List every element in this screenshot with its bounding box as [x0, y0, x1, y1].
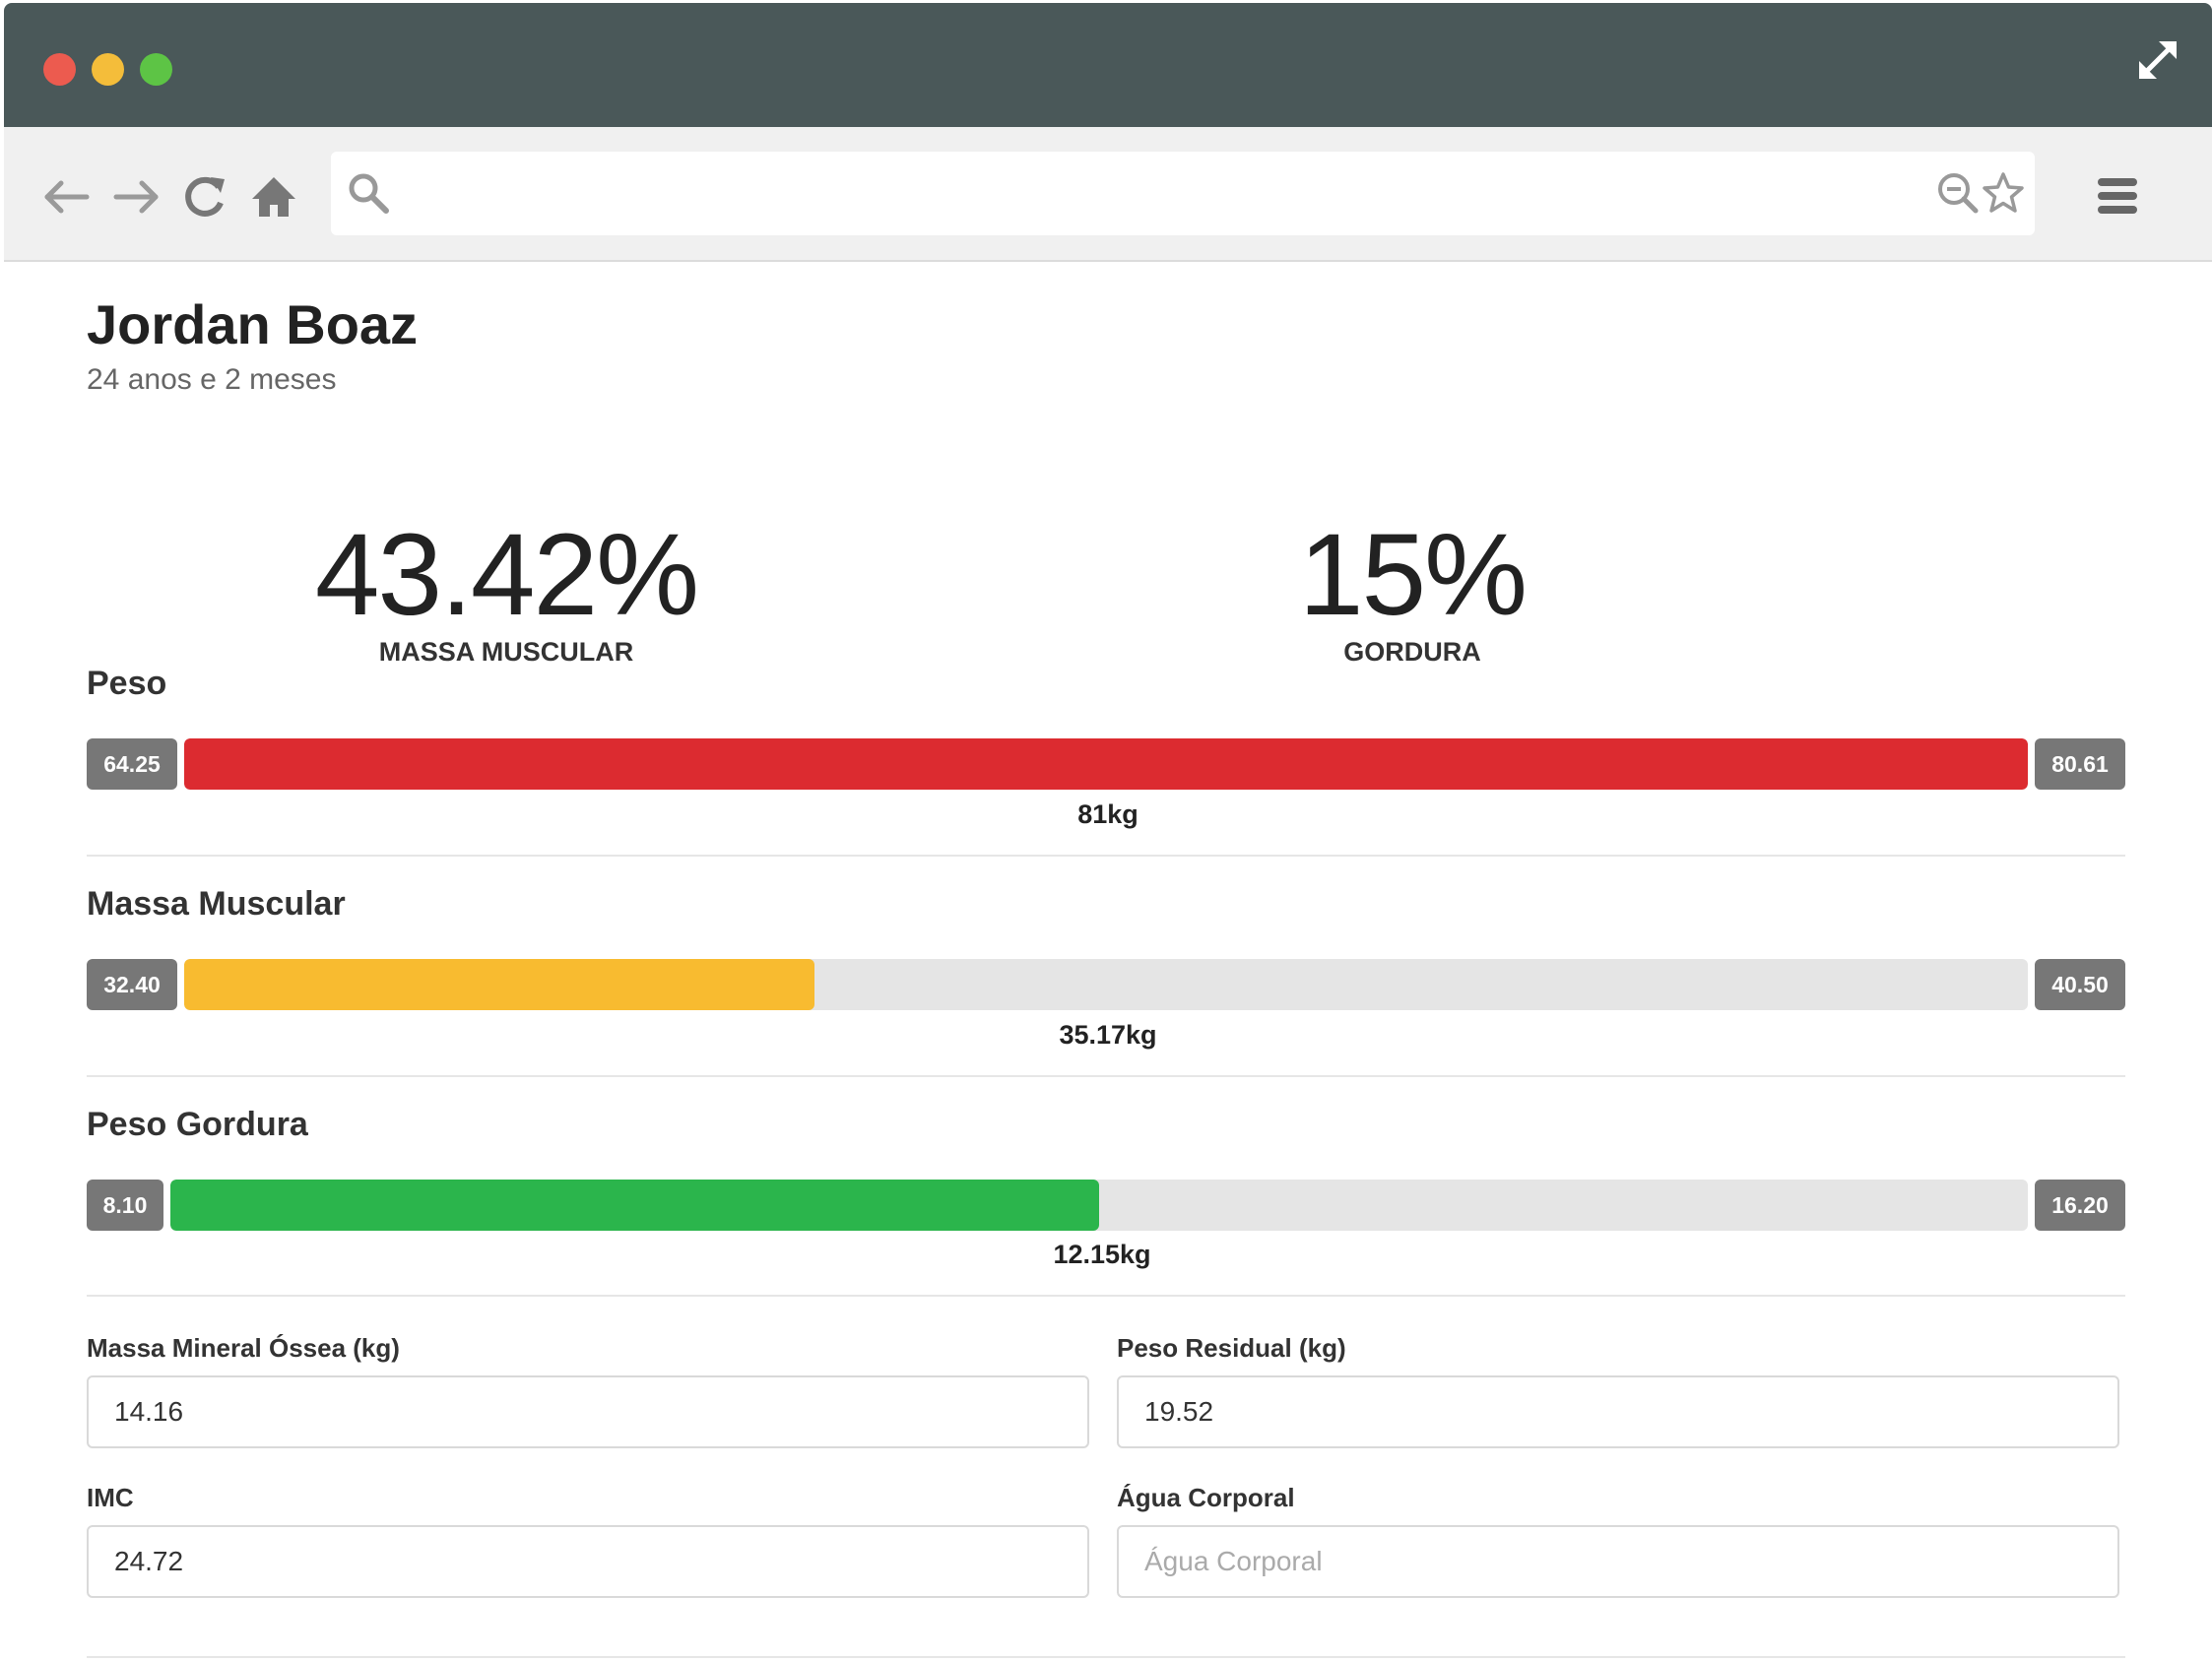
massa-mineral-label: Massa Mineral Óssea (kg) — [87, 1333, 400, 1363]
home-icon[interactable] — [248, 171, 299, 223]
peso-gordura-title: Peso Gordura — [87, 1106, 308, 1143]
peso-residual-input[interactable] — [1117, 1375, 2119, 1448]
gordura-min-badge: 8.10 — [87, 1180, 163, 1231]
imc-input[interactable] — [87, 1525, 1089, 1598]
imc-label: IMC — [87, 1483, 134, 1512]
muscle-mass-label: MASSA MUSCULAR — [378, 637, 634, 667]
peso-fill — [184, 738, 2028, 790]
peso-value: 81kg — [1077, 799, 1139, 829]
star-icon[interactable] — [1980, 169, 2027, 217]
peso-min-badge: 64.25 — [87, 738, 177, 790]
zoom-out-icon[interactable] — [1934, 169, 1982, 217]
address-bar[interactable] — [331, 152, 2035, 235]
massa-muscular-title: Massa Muscular — [87, 885, 346, 923]
peso-bar: 64.25 80.61 — [87, 738, 2125, 790]
massa-fill — [184, 959, 815, 1010]
fat-stat: 15% GORDURA — [1245, 517, 1580, 668]
muscle-mass-stat: 43.42% MASSA MUSCULAR — [299, 517, 713, 668]
fat-label: GORDURA — [1343, 637, 1481, 667]
divider — [87, 1295, 2125, 1297]
arrow-right-icon[interactable] — [110, 171, 162, 223]
browser-toolbar — [4, 127, 2212, 262]
massa-track — [184, 959, 2028, 1010]
search-icon — [349, 173, 389, 214]
peso-title: Peso — [87, 665, 167, 702]
hamburger-menu-icon[interactable] — [2096, 174, 2139, 218]
browser-window: Jordan Boaz 24 anos e 2 meses 43.42% MAS… — [4, 3, 2212, 1660]
massa-value: 35.17kg — [1059, 1020, 1157, 1050]
divider — [87, 855, 2125, 857]
peso-max-badge: 80.61 — [2035, 738, 2125, 790]
patient-age: 24 anos e 2 meses — [87, 363, 337, 396]
arrow-left-icon[interactable] — [41, 171, 93, 223]
divider — [87, 1075, 2125, 1077]
title-bar — [4, 3, 2212, 127]
massa-mineral-input[interactable] — [87, 1375, 1089, 1448]
massa-min-badge: 32.40 — [87, 959, 177, 1010]
gordura-max-badge: 16.20 — [2035, 1180, 2125, 1231]
gordura-fill — [170, 1180, 1099, 1231]
agua-corporal-input[interactable] — [1117, 1525, 2119, 1598]
divider — [87, 1656, 2125, 1658]
gordura-track — [170, 1180, 2028, 1231]
muscle-mass-value: 43.42% — [314, 510, 699, 640]
maximize-window-button[interactable] — [140, 53, 172, 86]
gordura-value: 12.15kg — [1053, 1240, 1151, 1269]
close-window-button[interactable] — [43, 53, 76, 86]
peso-track — [184, 738, 2028, 790]
massa-max-badge: 40.50 — [2035, 959, 2125, 1010]
expand-icon[interactable] — [2133, 35, 2182, 85]
reload-icon[interactable] — [179, 171, 230, 223]
fat-value: 15% — [1298, 510, 1528, 640]
minimize-window-button[interactable] — [92, 53, 124, 86]
agua-corporal-label: Água Corporal — [1117, 1483, 1295, 1512]
patient-name: Jordan Boaz — [87, 293, 419, 355]
peso-residual-label: Peso Residual (kg) — [1117, 1333, 1346, 1363]
massa-muscular-bar: 32.40 40.50 — [87, 959, 2125, 1010]
peso-gordura-bar: 8.10 16.20 — [87, 1180, 2125, 1231]
page-content: Jordan Boaz 24 anos e 2 meses 43.42% MAS… — [4, 261, 2212, 1660]
